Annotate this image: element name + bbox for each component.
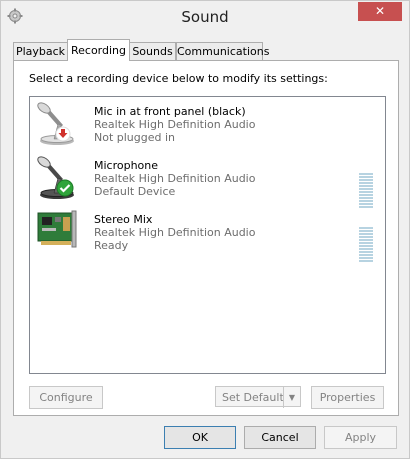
device-driver: Realtek High Definition Audio	[94, 226, 256, 239]
close-button[interactable]: ✕	[358, 2, 402, 21]
chevron-down-icon[interactable]: ▼	[283, 387, 300, 408]
device-status: Not plugged in	[94, 131, 176, 144]
device-name: Mic in at front panel (black)	[94, 105, 246, 118]
window-title: Sound	[181, 8, 229, 26]
configure-button[interactable]: Configure	[29, 386, 103, 409]
device-info: Stereo Mix Realtek High Definition Audio…	[94, 213, 255, 252]
device-driver: Realtek High Definition Audio	[94, 118, 256, 131]
device-name: Microphone	[94, 159, 159, 172]
device-info: Microphone Realtek High Definition Audio…	[94, 159, 255, 198]
microphone-unplugged-icon	[37, 102, 74, 145]
set-default-label: Set Default	[222, 391, 284, 404]
device-list[interactable]: Mic in at front panel (black) Realtek Hi…	[29, 96, 386, 374]
device-item-mic-front[interactable]: Mic in at front panel (black) Realtek Hi…	[30, 99, 385, 154]
tab-recording[interactable]: Recording	[67, 39, 130, 61]
set-default-button[interactable]: Set Default ▼	[215, 386, 301, 408]
properties-button[interactable]: Properties	[311, 386, 384, 409]
tab-playback[interactable]: Playback	[13, 42, 68, 60]
device-status: Ready	[94, 239, 129, 252]
sound-card-icon	[37, 210, 77, 248]
tab-sounds[interactable]: Sounds	[129, 42, 176, 60]
level-meter	[359, 173, 373, 209]
ok-button[interactable]: OK	[164, 426, 236, 449]
device-item-microphone[interactable]: Microphone Realtek High Definition Audio…	[30, 153, 385, 208]
level-meter	[359, 227, 373, 263]
title-bar[interactable]: Sound ✕	[1, 1, 409, 32]
sound-dialog: Sound ✕ Playback Recording Sounds Commun…	[0, 0, 410, 459]
device-status: Default Device	[94, 185, 176, 198]
device-driver: Realtek High Definition Audio	[94, 172, 256, 185]
tab-communications[interactable]: Communications	[176, 42, 269, 60]
apply-button[interactable]: Apply	[324, 426, 397, 449]
device-info: Mic in at front panel (black) Realtek Hi…	[94, 105, 255, 144]
cancel-button[interactable]: Cancel	[244, 426, 316, 449]
instruction-text: Select a recording device below to modif…	[29, 72, 328, 85]
microphone-default-icon	[37, 156, 74, 199]
device-item-stereo-mix[interactable]: Stereo Mix Realtek High Definition Audio…	[30, 207, 385, 262]
recording-panel: Select a recording device below to modif…	[13, 60, 399, 416]
device-name: Stereo Mix	[94, 213, 153, 226]
